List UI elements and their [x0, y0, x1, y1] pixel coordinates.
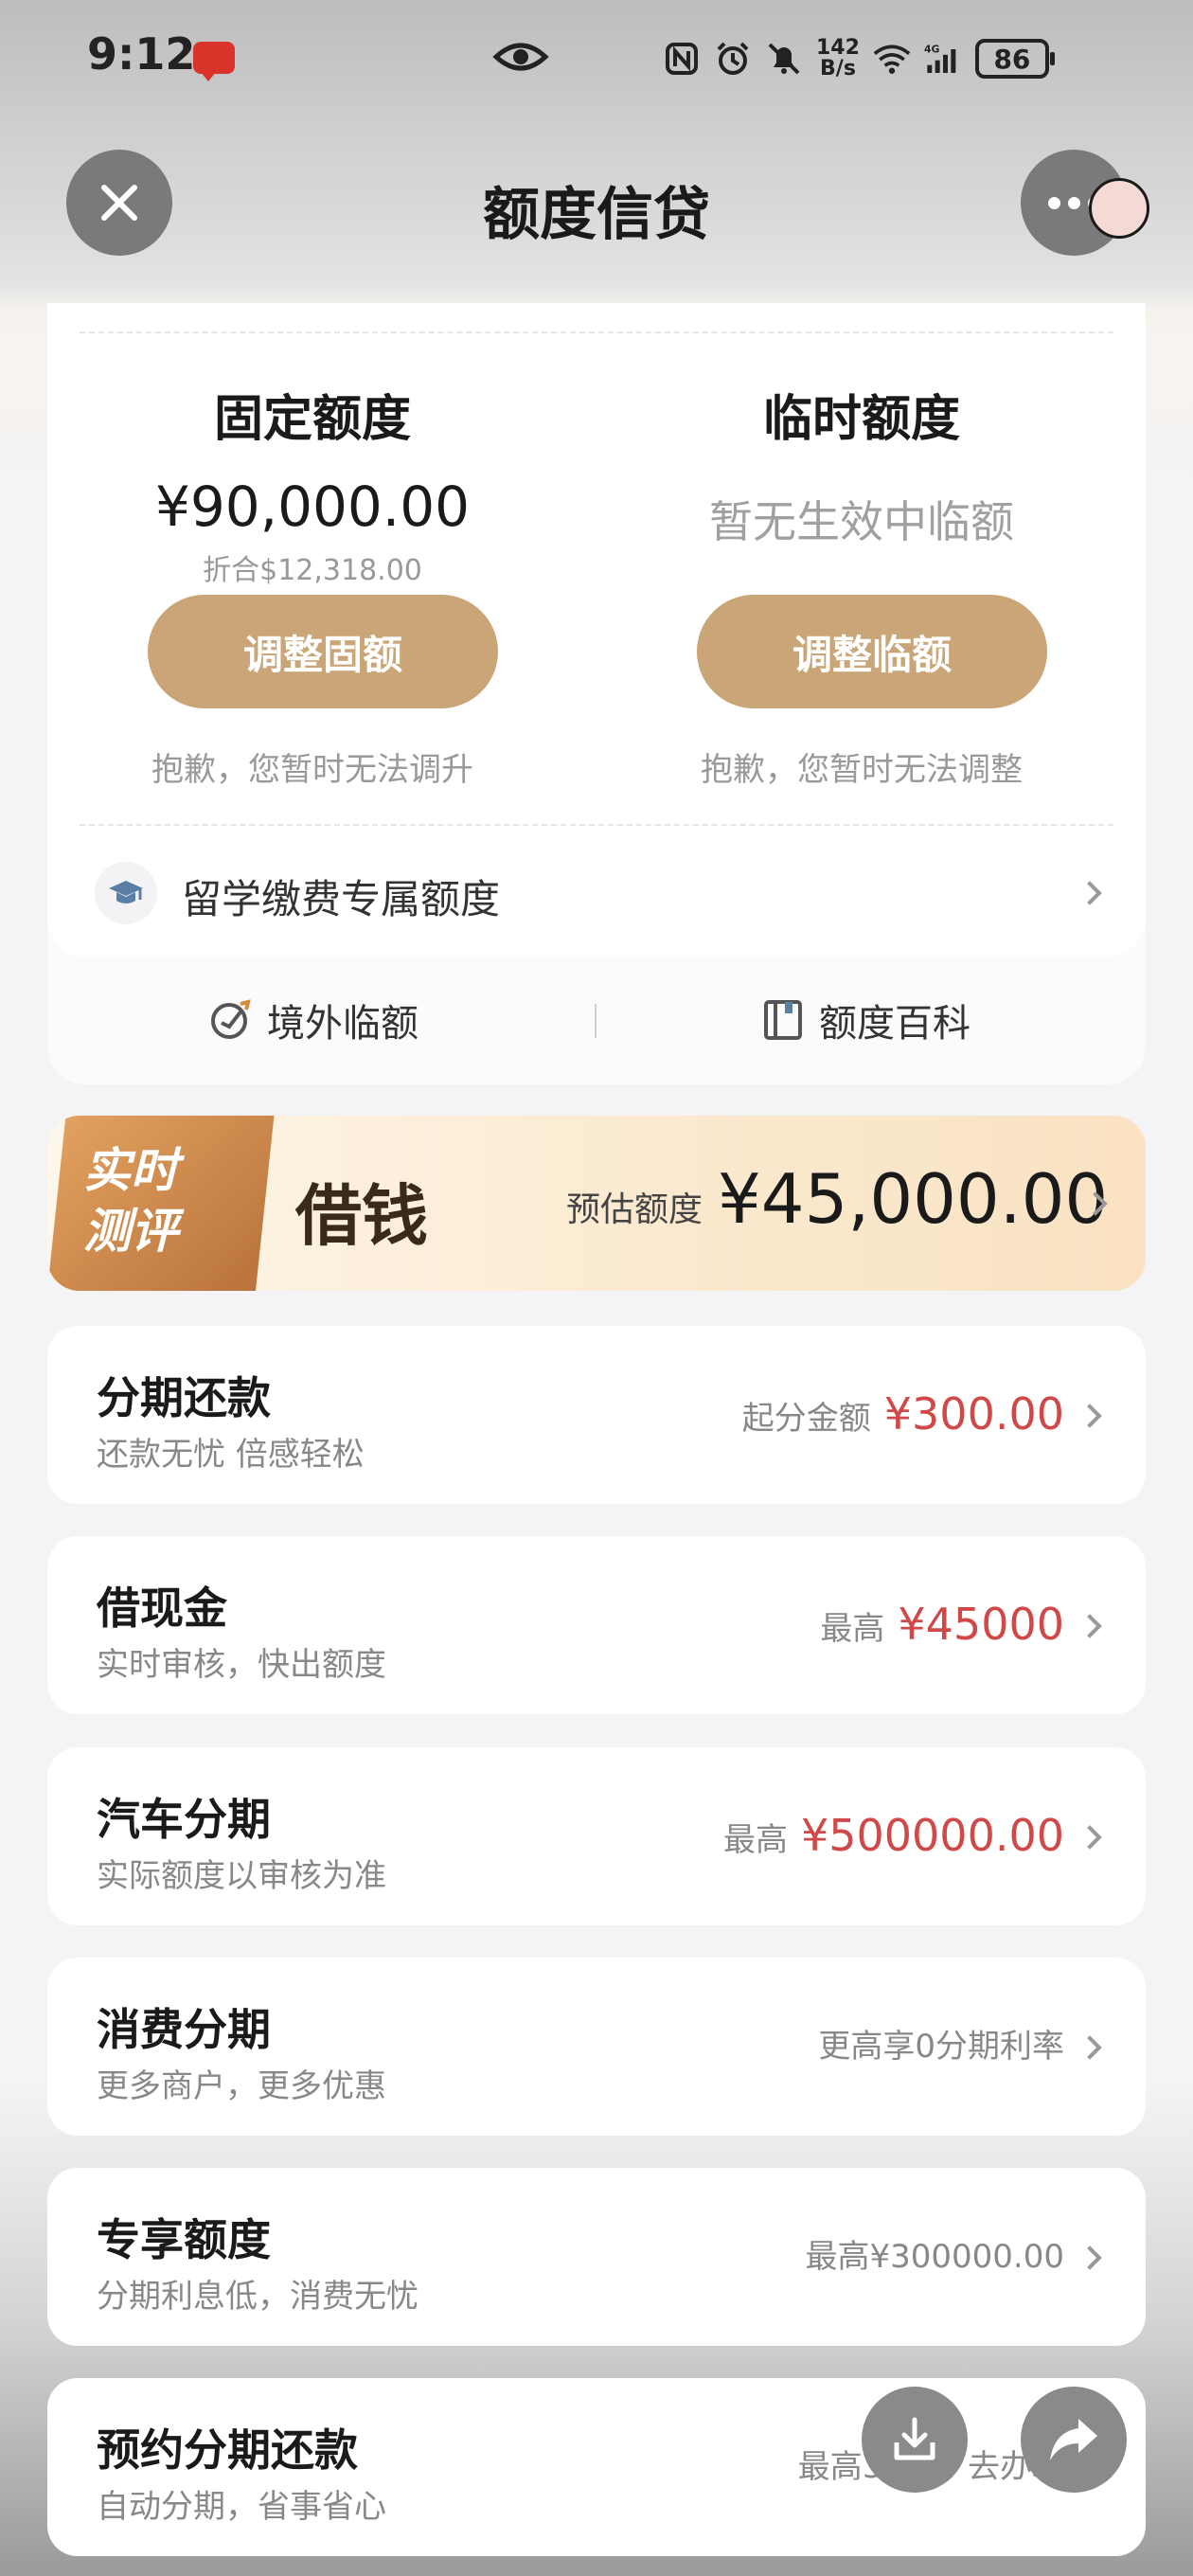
- loan-estimate-amount: ¥45,000.00: [718, 1159, 1109, 1239]
- download-icon: [894, 2417, 935, 2460]
- more-dots-icon: [1047, 196, 1060, 209]
- overseas-temp-limit-link[interactable]: 境外临额: [208, 993, 418, 1047]
- status-bar: 9:12 142 B/s 4G 86: [0, 0, 1193, 114]
- product-row-scheduled-installment[interactable]: 预约分期还款 自动分期，省事省心 最高36期，去办理: [47, 2378, 1146, 2556]
- product-title: 消费分期: [97, 2004, 271, 2055]
- temporary-limit-section: 临时额度 暂无生效中临额: [644, 379, 1079, 550]
- chevron-right-icon: [1077, 1404, 1102, 1428]
- credit-limit-card: 固定额度 ¥90,000.00 折合$12,318.00 临时额度 暂无生效中临…: [47, 303, 1146, 1084]
- network-speed: 142 B/s: [816, 38, 860, 80]
- product-row-consumer-installment[interactable]: 消费分期 更多商户，更多优惠 更高享0分期利率: [47, 1958, 1146, 2136]
- loan-estimate-label: 预估额度: [566, 1190, 703, 1229]
- divider: [80, 331, 1113, 333]
- product-value: ¥500000.00: [800, 1810, 1064, 1861]
- study-abroad-limit-row[interactable]: 留学缴费专属额度: [47, 833, 1146, 947]
- product-row-exclusive-limit[interactable]: 专享额度 分期利息低，消费无忧 最高¥300000.00: [47, 2168, 1146, 2346]
- product-subtitle: 还款无忧 倍感轻松: [97, 1436, 365, 1474]
- temporary-limit-status: 暂无生效中临额: [709, 496, 1014, 547]
- product-value-prefix: 起分金额: [741, 1400, 871, 1438]
- product-value-group: 最高 ¥45000: [820, 1599, 1064, 1650]
- limit-links: 境外临额 额度百科: [47, 975, 1146, 1061]
- product-value-prefix: 最高: [820, 1610, 885, 1648]
- product-row-cash-loan[interactable]: 借现金 实时审核，快出额度 最高 ¥45000: [47, 1536, 1146, 1714]
- product-row-car-installment[interactable]: 汽车分期 实际额度以审核为准 最高 ¥500000.00: [47, 1747, 1146, 1925]
- download-button[interactable]: [862, 2387, 968, 2493]
- product-title: 汽车分期: [97, 1794, 271, 1845]
- product-subtitle: 分期利息低，消费无忧: [97, 2278, 418, 2316]
- share-arrow-icon: [1050, 2419, 1097, 2460]
- product-value-group: 起分金额 ¥300.00: [742, 1388, 1064, 1440]
- product-subtitle: 自动分期，省事省心: [97, 2488, 386, 2526]
- chevron-right-icon: [1077, 1614, 1102, 1638]
- overseas-temp-limit-label: 境外临额: [267, 1002, 418, 1046]
- fixed-limit-amount: ¥90,000.00: [154, 474, 471, 539]
- chevron-right-icon: [1077, 881, 1102, 905]
- graduation-cap-icon: [95, 862, 157, 924]
- status-indicators: 142 B/s 4G 86: [663, 32, 1055, 85]
- realtime-evaluation-label-line2: 测评: [83, 1204, 178, 1259]
- status-time: 9:12: [87, 28, 196, 80]
- loan-title: 借钱: [295, 1176, 428, 1255]
- study-abroad-limit-label: 留学缴费专属额度: [182, 876, 501, 922]
- product-value-prefix: 最高: [722, 1821, 788, 1859]
- eye-icon: [492, 38, 549, 80]
- product-title: 借现金: [97, 1583, 227, 1634]
- fixed-limit-section: 固定额度 ¥90,000.00 折合$12,318.00: [95, 379, 530, 588]
- product-value-group: 更高享0分期利率: [818, 2020, 1064, 2066]
- divider: [80, 824, 1113, 826]
- realtime-evaluation-label-line1: 实时: [83, 1143, 178, 1198]
- product-title: 专享额度: [97, 2214, 271, 2265]
- book-icon: [764, 1000, 802, 1040]
- product-value-group: 最高 ¥500000.00: [723, 1810, 1064, 1861]
- loan-banner[interactable]: 实时 测评 借钱 预估额度 ¥45,000.00: [47, 1116, 1146, 1291]
- chevron-right-icon: [1077, 1825, 1102, 1850]
- temporary-limit-title: 临时额度: [762, 391, 960, 448]
- network-type-label: 4G: [924, 43, 940, 55]
- network-speed-value: 142: [816, 36, 860, 60]
- divider: [595, 1004, 596, 1038]
- product-value-group: 最高¥300000.00: [806, 2230, 1065, 2277]
- nfc-icon: [663, 40, 701, 78]
- battery-indicator: 86: [974, 39, 1055, 79]
- product-subtitle: 实时审核，快出额度: [97, 1646, 386, 1684]
- alarm-icon: [714, 40, 752, 78]
- realtime-evaluation-label: 实时 测评: [83, 1140, 254, 1261]
- product-title: 分期还款: [97, 1372, 271, 1423]
- page-title: 额度信贷: [483, 182, 710, 248]
- temporary-limit-tip: 抱歉，您暂时无法调整: [701, 751, 1023, 789]
- product-value: ¥45000: [898, 1599, 1064, 1650]
- nav-bar: 额度信贷: [0, 142, 1193, 265]
- adjust-temporary-limit-button[interactable]: 调整临额: [697, 595, 1047, 708]
- fixed-limit-tip: 抱歉，您暂时无法调升: [151, 751, 473, 789]
- credit-limit-panel: 固定额度 ¥90,000.00 折合$12,318.00 临时额度 暂无生效中临…: [47, 303, 1146, 957]
- app-notification-icon: [193, 42, 235, 81]
- adjust-fixed-limit-button[interactable]: 调整固额: [148, 595, 498, 708]
- limit-encyclopedia-label: 额度百科: [819, 1002, 970, 1046]
- product-row-installment-repayment[interactable]: 分期还款 还款无忧 倍感轻松 起分金额 ¥300.00: [47, 1326, 1146, 1504]
- share-button[interactable]: [1021, 2387, 1127, 2493]
- globe-plane-icon: [211, 999, 251, 1039]
- network-speed-unit: B/s: [820, 57, 856, 80]
- product-subtitle: 更多商户，更多优惠: [97, 2067, 386, 2105]
- product-value: ¥300.00: [883, 1388, 1064, 1440]
- mascot-avatar: [1089, 178, 1149, 239]
- mute-icon: [765, 40, 803, 78]
- chevron-right-icon: [1077, 2035, 1102, 2060]
- fixed-limit-title: 固定额度: [213, 391, 411, 448]
- product-subtitle: 实际额度以审核为准: [97, 1857, 386, 1895]
- wifi-icon: [873, 40, 911, 78]
- product-value-text: 最高¥300000.00: [805, 2238, 1065, 2276]
- product-value-text: 更高享0分期利率: [818, 2028, 1064, 2066]
- product-title: 预约分期还款: [97, 2424, 358, 2476]
- cellular-signal-icon: 4G: [924, 40, 962, 78]
- fixed-limit-converted: 折合$12,318.00: [203, 554, 422, 587]
- chevron-right-icon: [1077, 2245, 1102, 2270]
- limit-encyclopedia-link[interactable]: 额度百科: [762, 993, 970, 1047]
